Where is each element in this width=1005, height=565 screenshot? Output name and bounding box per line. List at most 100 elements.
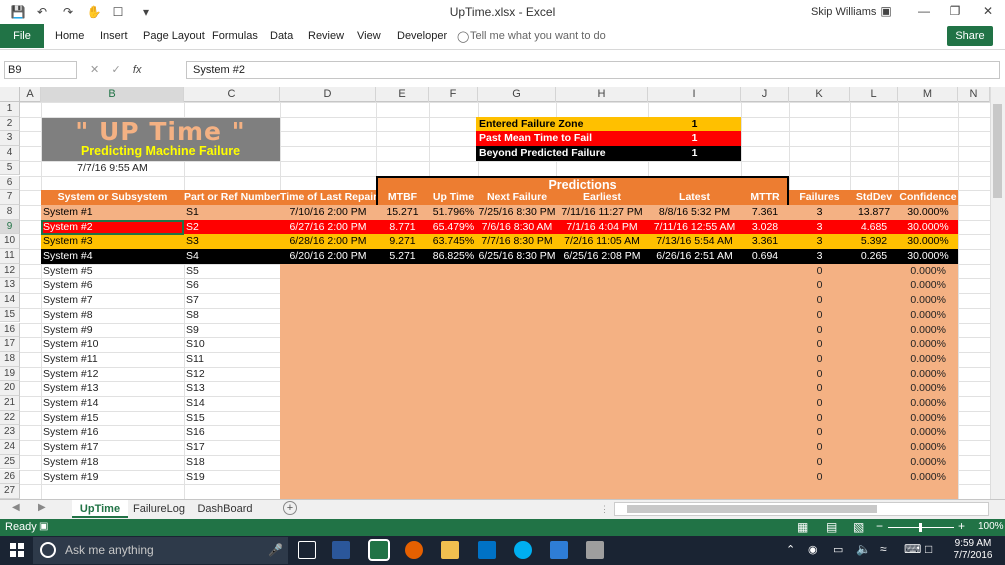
cell-failures[interactable]: 0 [789,278,850,292]
cell-last-repair[interactable]: 6/28/16 2:00 PM [280,234,376,248]
cell-confidence[interactable]: 0.000% [898,381,958,395]
cell-part[interactable]: S4 [184,249,280,263]
enter-icon[interactable]: ✓ [111,64,120,76]
cell-system[interactable]: System #17 [43,440,184,454]
cell-mtbf[interactable]: 9.271 [376,234,429,248]
tray-chevron-icon[interactable]: ⌃ [786,543,795,556]
cell-part[interactable]: S18 [186,455,280,469]
tell-me-search[interactable]: Tell me what you want to do [470,30,606,42]
formula-input[interactable]: System #2 [186,61,1000,79]
cell-part[interactable]: S6 [186,278,280,292]
cell-part[interactable]: S3 [184,234,280,248]
cell-confidence[interactable]: 30.000% [898,205,958,219]
task-view-icon[interactable] [298,541,316,559]
cell-failures[interactable]: 0 [789,470,850,484]
row-header-27[interactable]: 27 [0,484,20,499]
clock[interactable]: 9:59 AM 7/7/2016 [948,538,998,562]
row-header-21[interactable]: 21 [0,396,20,411]
column-header-h[interactable]: H [556,87,648,102]
cell-stddev[interactable]: 0.265 [850,249,898,263]
cell-mtbf[interactable]: 15.271 [376,205,429,219]
cell-confidence[interactable]: 0.000% [898,425,958,439]
cell-confidence[interactable]: 0.000% [898,455,958,469]
cell-system[interactable]: System #1 [41,205,184,219]
cell-part[interactable]: S2 [184,220,280,234]
notifications-icon[interactable]: □ [925,542,932,556]
cell-part[interactable]: S13 [186,381,280,395]
row-header-4[interactable]: 4 [0,146,20,161]
cell-confidence[interactable]: 0.000% [898,367,958,381]
scroll-tabs-right-icon[interactable]: ▶ [38,502,46,513]
cell-last-repair[interactable]: 6/20/16 2:00 PM [280,249,376,263]
cell-system[interactable]: System #7 [43,293,184,307]
cell-system[interactable]: System #15 [43,411,184,425]
normal-view-icon[interactable]: ▦ [797,520,808,534]
column-header-m[interactable]: M [898,87,958,102]
row-header-3[interactable]: 3 [0,131,20,147]
word-icon[interactable] [332,541,350,559]
column-header-f[interactable]: F [429,87,478,102]
tab-page-layout[interactable]: Page Layout [143,30,205,42]
windows-start-icon[interactable] [10,543,24,557]
sheet-tab-dashboard[interactable]: DashBoard [192,500,258,518]
cell-system[interactable]: System #3 [41,234,184,248]
cell-failures[interactable]: 0 [789,425,850,439]
app-icon[interactable] [550,541,568,559]
cell-confidence[interactable]: 0.000% [898,411,958,425]
cell-system[interactable]: System #8 [43,308,184,322]
column-header-d[interactable]: D [280,87,376,102]
zoom-level[interactable]: 100% [978,521,1004,532]
row-header-8[interactable]: 8 [0,204,20,220]
row-header-26[interactable]: 26 [0,469,20,485]
fx-icon[interactable]: fx [133,64,142,76]
cell-uptime[interactable]: 65.479% [429,220,478,234]
cell-failures[interactable]: 0 [789,396,850,410]
macro-icon[interactable]: ▣ [39,521,48,532]
cell-part[interactable]: S9 [186,323,280,337]
cell-earliest[interactable]: 7/11/16 11:27 PM [556,205,648,219]
cell-failures[interactable]: 3 [789,234,850,248]
cell-confidence[interactable]: 30.000% [898,249,958,263]
outlook-icon[interactable] [478,541,496,559]
volume-icon[interactable]: 🔈 [856,542,871,556]
cell-system[interactable]: System #5 [43,264,184,278]
selected-cell[interactable] [41,219,184,236]
cancel-icon[interactable]: ✕ [90,64,99,76]
cell-stddev[interactable]: 4.685 [850,220,898,234]
row-header-1[interactable]: 1 [0,102,20,117]
cell-earliest[interactable]: 7/1/16 4:04 PM [556,220,648,234]
cell-mttr[interactable]: 0.694 [741,249,789,263]
cell-mttr[interactable]: 3.028 [741,220,789,234]
cell-system[interactable]: System #6 [43,278,184,292]
cell-latest[interactable]: 7/11/16 12:55 AM [648,220,741,234]
tab-data[interactable]: Data [270,30,293,42]
cell-part[interactable]: S11 [186,352,280,366]
cell-failures[interactable]: 0 [789,293,850,307]
column-header-j[interactable]: J [741,87,789,102]
row-header-5[interactable]: 5 [0,160,20,176]
cell-part[interactable]: S10 [186,337,280,351]
cell-system[interactable]: System #18 [43,455,184,469]
column-header-i[interactable]: I [648,87,741,102]
row-header-22[interactable]: 22 [0,410,20,426]
sheet-tab-failurelog[interactable]: FailureLog [130,500,188,518]
cell-confidence[interactable]: 0.000% [898,337,958,351]
cell-mtbf[interactable]: 8.771 [376,220,429,234]
cell-failures[interactable]: 3 [789,205,850,219]
tab-insert[interactable]: Insert [100,30,128,42]
cell-confidence[interactable]: 0.000% [898,352,958,366]
column-header-l[interactable]: L [850,87,898,102]
cell-mtbf[interactable]: 5.271 [376,249,429,263]
row-header-11[interactable]: 11 [0,249,20,264]
cell-last-repair[interactable]: 6/27/16 2:00 PM [280,220,376,234]
zoom-in-icon[interactable]: + [958,519,965,533]
restore-icon[interactable]: ❐ [945,3,965,19]
tab-formulas[interactable]: Formulas [212,30,258,42]
row-header-20[interactable]: 20 [0,381,20,396]
cell-mttr[interactable]: 7.361 [741,205,789,219]
skype-icon[interactable] [514,541,532,559]
cell-system[interactable]: System #4 [41,249,184,263]
cell-confidence[interactable]: 0.000% [898,470,958,484]
cell-part[interactable]: S7 [186,293,280,307]
cell-confidence[interactable]: 0.000% [898,264,958,278]
